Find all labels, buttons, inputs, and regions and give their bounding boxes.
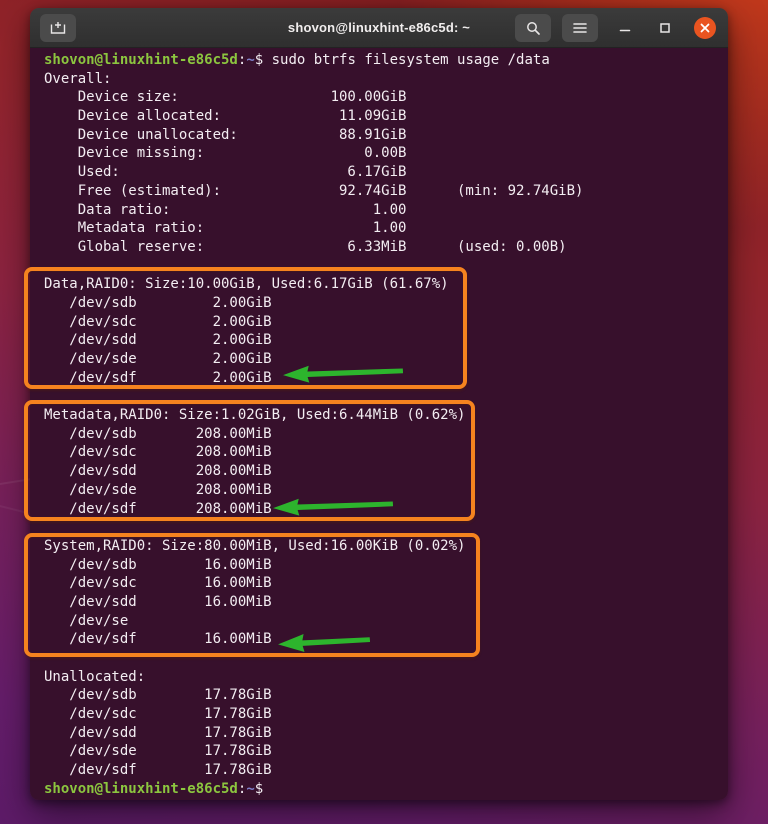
overall-row: Used: 6.17GiB xyxy=(44,163,728,182)
overall-row: Device allocated: 11.09GiB xyxy=(44,107,728,126)
device-row: /dev/sdb 2.00GiB xyxy=(44,294,728,313)
device-row: /dev/se xyxy=(44,612,728,631)
terminal-screen[interactable]: shovon@linuxhint-e86c5d:~$ sudo btrfs fi… xyxy=(30,48,728,800)
maximize-button[interactable] xyxy=(652,15,678,41)
new-tab-button[interactable] xyxy=(40,14,76,42)
minimize-icon xyxy=(619,22,631,34)
minimize-button[interactable] xyxy=(612,15,638,41)
new-tab-icon xyxy=(49,20,67,36)
device-row: /dev/sdb 208.00MiB xyxy=(44,425,728,444)
section-header: Metadata,RAID0: Size:1.02GiB, Used:6.44M… xyxy=(44,406,728,425)
device-row: /dev/sdc 16.00MiB xyxy=(44,574,728,593)
overall-row: Data ratio: 1.00 xyxy=(44,201,728,220)
device-row: /dev/sde 208.00MiB xyxy=(44,481,728,500)
titlebar: shovon@linuxhint-e86c5d: ~ xyxy=(30,8,728,48)
close-icon xyxy=(700,23,710,33)
blank-line xyxy=(44,387,728,406)
overall-heading: Overall: xyxy=(44,70,728,89)
device-row: /dev/sdf 17.78GiB xyxy=(44,761,728,780)
device-row: /dev/sdc 2.00GiB xyxy=(44,313,728,332)
blank-line xyxy=(44,257,728,276)
overall-row: Free (estimated): 92.74GiB (min: 92.74Gi… xyxy=(44,182,728,201)
device-row: /dev/sde 17.78GiB xyxy=(44,742,728,761)
blank-line xyxy=(44,518,728,537)
device-row: /dev/sdb 16.00MiB xyxy=(44,556,728,575)
device-row: /dev/sdd 17.78GiB xyxy=(44,724,728,743)
menu-button[interactable] xyxy=(562,14,598,42)
maximize-icon xyxy=(659,22,671,34)
device-row: /dev/sdf 2.00GiB xyxy=(44,369,728,388)
prompt-line: shovon@linuxhint-e86c5d:~$ xyxy=(44,780,728,799)
overall-row: Device missing: 0.00B xyxy=(44,144,728,163)
close-button[interactable] xyxy=(694,17,716,39)
terminal-window: shovon@linuxhint-e86c5d: ~ xyxy=(30,8,728,800)
search-button[interactable] xyxy=(515,14,551,42)
overall-row: Device unallocated: 88.91GiB xyxy=(44,126,728,145)
device-row: /dev/sdc 17.78GiB xyxy=(44,705,728,724)
section-header: Unallocated: xyxy=(44,668,728,687)
overall-row: Metadata ratio: 1.00 xyxy=(44,219,728,238)
menu-icon xyxy=(573,22,587,34)
section-header: System,RAID0: Size:80.00MiB, Used:16.00K… xyxy=(44,537,728,556)
device-row: /dev/sdb 17.78GiB xyxy=(44,686,728,705)
device-row: /dev/sdc 208.00MiB xyxy=(44,443,728,462)
device-row: /dev/sdd 2.00GiB xyxy=(44,331,728,350)
device-row: /dev/sdf 208.00MiB xyxy=(44,500,728,519)
device-row: /dev/sdf 16.00MiB xyxy=(44,630,728,649)
overall-row: Device size: 100.00GiB xyxy=(44,88,728,107)
blank-line xyxy=(44,649,728,668)
search-icon xyxy=(525,20,541,36)
device-row: /dev/sdd 16.00MiB xyxy=(44,593,728,612)
section-header: Data,RAID0: Size:10.00GiB, Used:6.17GiB … xyxy=(44,275,728,294)
titlebar-controls xyxy=(504,14,718,42)
device-row: /dev/sde 2.00GiB xyxy=(44,350,728,369)
device-row: /dev/sdd 208.00MiB xyxy=(44,462,728,481)
overall-row: Global reserve: 6.33MiB (used: 0.00B) xyxy=(44,238,728,257)
prompt-command-line: shovon@linuxhint-e86c5d:~$ sudo btrfs fi… xyxy=(44,51,728,70)
